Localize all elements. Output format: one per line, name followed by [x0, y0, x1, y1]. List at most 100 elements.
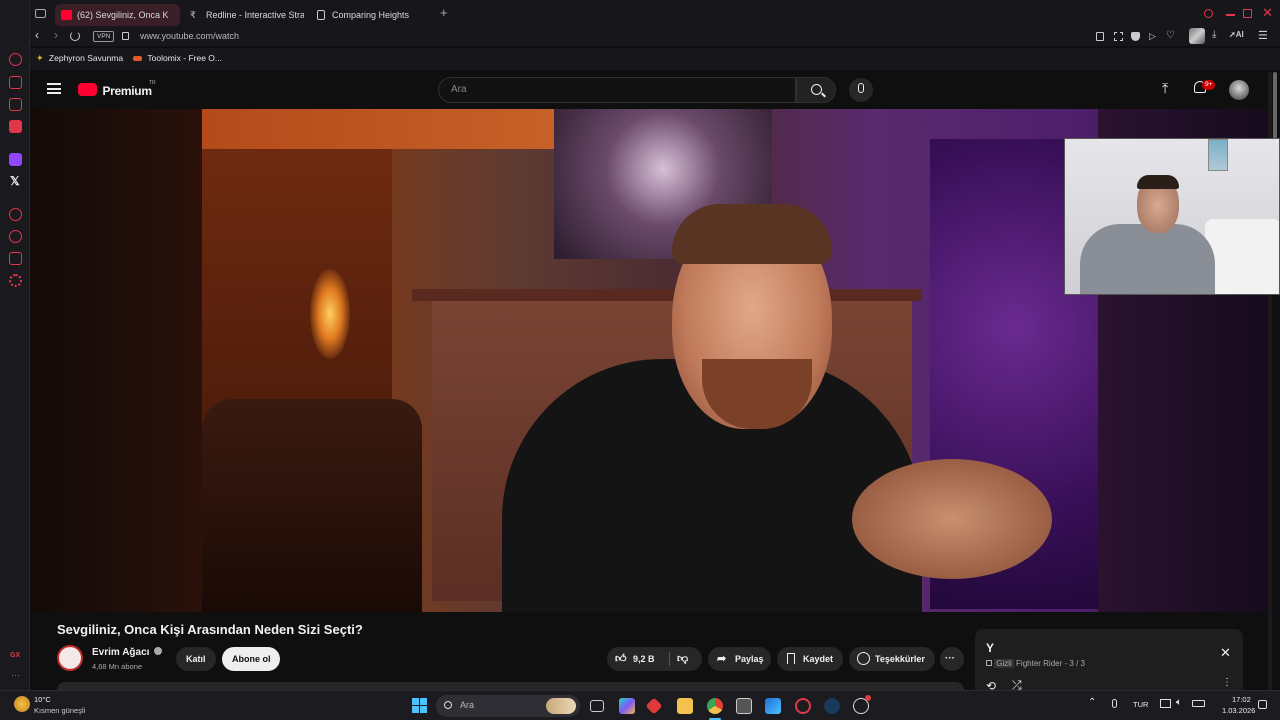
sidebar-settings-icon[interactable]: [9, 274, 22, 287]
subscribe-button[interactable]: Abone ol: [222, 647, 280, 671]
panel-more-icon[interactable]: ⋮: [1222, 677, 1232, 688]
dislike-button[interactable]: 👎︎: [677, 647, 688, 671]
tray-display-icon[interactable]: [1160, 699, 1171, 708]
tab-comparing-heights[interactable]: Comparing Heights: [310, 4, 435, 26]
shield-icon[interactable]: [1131, 32, 1140, 41]
download-icon[interactable]: ⤓: [1212, 29, 1216, 40]
tray-chevron-icon[interactable]: ⌃: [1088, 697, 1096, 708]
copilot-icon[interactable]: [619, 698, 635, 714]
close-panel-icon[interactable]: ✕: [1220, 645, 1231, 661]
sidebar-speed-icon[interactable]: [9, 53, 22, 66]
save-button[interactable]: Kaydet: [777, 647, 843, 671]
playlist-name[interactable]: Fighter Rider: [1016, 659, 1062, 668]
task-view-icon[interactable]: [590, 700, 604, 712]
more-actions-button[interactable]: ···: [940, 647, 964, 671]
vpn-badge[interactable]: VPN: [93, 31, 115, 42]
crop-icon[interactable]: [1114, 32, 1123, 41]
channel-name[interactable]: Evrim Ağacı: [92, 647, 163, 658]
weather-temp[interactable]: 10°C: [34, 695, 51, 704]
sidebar-gx-label[interactable]: GX: [10, 652, 20, 659]
microphone-icon: [858, 83, 864, 93]
hamburger-menu-icon[interactable]: [47, 83, 61, 94]
shuffle-icon[interactable]: ⤮: [1012, 678, 1022, 690]
minimize-button[interactable]: [1226, 14, 1235, 16]
bookmark-label: Zephyron Savunma: [48, 53, 124, 63]
loop-icon[interactable]: ⟲: [986, 679, 996, 690]
youtube-favicon-icon: [61, 10, 72, 20]
steam-icon[interactable]: [824, 698, 840, 714]
tray-volume-icon[interactable]: 🔈︎: [1176, 697, 1182, 708]
channel-avatar[interactable]: [57, 645, 83, 671]
subscribe-label: Abone ol: [232, 654, 271, 664]
account-avatar[interactable]: [1229, 80, 1249, 100]
tab-workspaces-icon[interactable]: [35, 9, 46, 18]
forward-button[interactable]: ›: [54, 28, 58, 42]
webcam-wall-picture: [1208, 139, 1228, 171]
notification-center-icon[interactable]: [1258, 700, 1267, 709]
opera-gx-icon[interactable]: [795, 698, 811, 714]
url-text[interactable]: www.youtube.com/watch: [140, 31, 239, 41]
bookmark-toolomix[interactable]: Toolomix - Free O...: [133, 53, 222, 63]
menu-icon[interactable]: ☰: [1258, 29, 1268, 42]
clock-time[interactable]: 17:02: [1232, 695, 1251, 704]
taskbar-search[interactable]: Ara: [436, 695, 580, 717]
tab-label: Redline - Interactive Strat: [206, 10, 304, 20]
search-button[interactable]: [796, 77, 836, 103]
tab-youtube[interactable]: (62) Sevgiliniz, Onca K: [55, 4, 180, 26]
webcam-overlay: [1064, 138, 1280, 295]
like-button[interactable]: 👍︎ 9,2 B: [615, 647, 655, 671]
video-frame[interactable]: [202, 109, 1098, 612]
start-button[interactable]: [412, 698, 427, 713]
weather-icon[interactable]: [14, 696, 30, 712]
tab-search-icon[interactable]: [1204, 9, 1213, 18]
new-tab-button[interactable]: +: [440, 6, 452, 19]
play-icon[interactable]: ▷: [1149, 31, 1156, 42]
lock-icon[interactable]: [122, 32, 129, 40]
address-bar: ‹ › VPN www.youtube.com/watch ▷ ♡ ⤓ ➚AI …: [30, 28, 1280, 46]
channel-name-text: Evrim Ağacı: [92, 647, 150, 658]
sidebar-extensions-icon[interactable]: [9, 252, 22, 265]
clock-date[interactable]: 1.03.2026: [1222, 706, 1255, 715]
app-notification-dot: [865, 695, 871, 701]
bookmark-zephyron[interactable]: ✦ Zephyron Savunma: [36, 53, 123, 64]
reload-icon[interactable]: [70, 31, 80, 41]
snapshot-icon[interactable]: [1096, 32, 1104, 41]
language-indicator[interactable]: TUR: [1133, 700, 1148, 709]
search-input[interactable]: Ara: [438, 77, 796, 103]
sidebar-twitch-icon[interactable]: [9, 153, 22, 166]
sidebar-gaming-icon[interactable]: [9, 76, 22, 89]
store-icon[interactable]: [736, 698, 752, 714]
red-app-icon[interactable]: [645, 697, 663, 715]
sidebar-x-icon[interactable]: 𝕏: [10, 174, 20, 188]
taskbar-search-icon: [444, 701, 452, 709]
share-button[interactable]: ➦ Paylaş: [708, 647, 771, 671]
mail-icon[interactable]: [765, 698, 781, 714]
upload-icon[interactable]: ⤒: [1162, 80, 1168, 97]
tab-redline[interactable]: ₹ Redline - Interactive Strat: [184, 4, 304, 26]
sidebar-player-icon[interactable]: [9, 208, 22, 221]
weather-desc[interactable]: Kısmen güneşli: [34, 706, 85, 715]
aria-ai-button[interactable]: ➚AI: [1229, 30, 1244, 39]
lamp-light: [310, 269, 350, 359]
youtube-logo[interactable]: Premium TR: [78, 80, 156, 98]
voice-search-button[interactable]: [849, 78, 873, 102]
sidebar-messenger-icon[interactable]: [9, 120, 22, 133]
join-button[interactable]: Katıl: [176, 647, 216, 671]
tray-mic-icon[interactable]: [1112, 699, 1117, 708]
sidebar-gamepad-icon[interactable]: [9, 98, 22, 111]
taskbar-search-placeholder: Ara: [460, 700, 475, 710]
thanks-button[interactable]: Teşekkürler: [849, 647, 935, 671]
file-explorer-icon[interactable]: [677, 698, 693, 714]
maximize-button[interactable]: [1243, 9, 1252, 18]
back-button[interactable]: ‹: [35, 28, 39, 42]
profile-avatar[interactable]: [1189, 28, 1205, 44]
sidebar-history-icon[interactable]: [9, 230, 22, 243]
chrome-icon[interactable]: [707, 698, 723, 714]
host-hand: [852, 459, 1052, 579]
description-box[interactable]: [57, 682, 964, 690]
sidebar-more-icon[interactable]: ···: [11, 670, 20, 680]
tray-battery-icon[interactable]: [1192, 700, 1205, 707]
close-window-button[interactable]: ✕: [1262, 5, 1273, 21]
heart-icon[interactable]: ♡: [1166, 30, 1175, 41]
thumbs-down-icon: 👎︎: [677, 653, 689, 665]
